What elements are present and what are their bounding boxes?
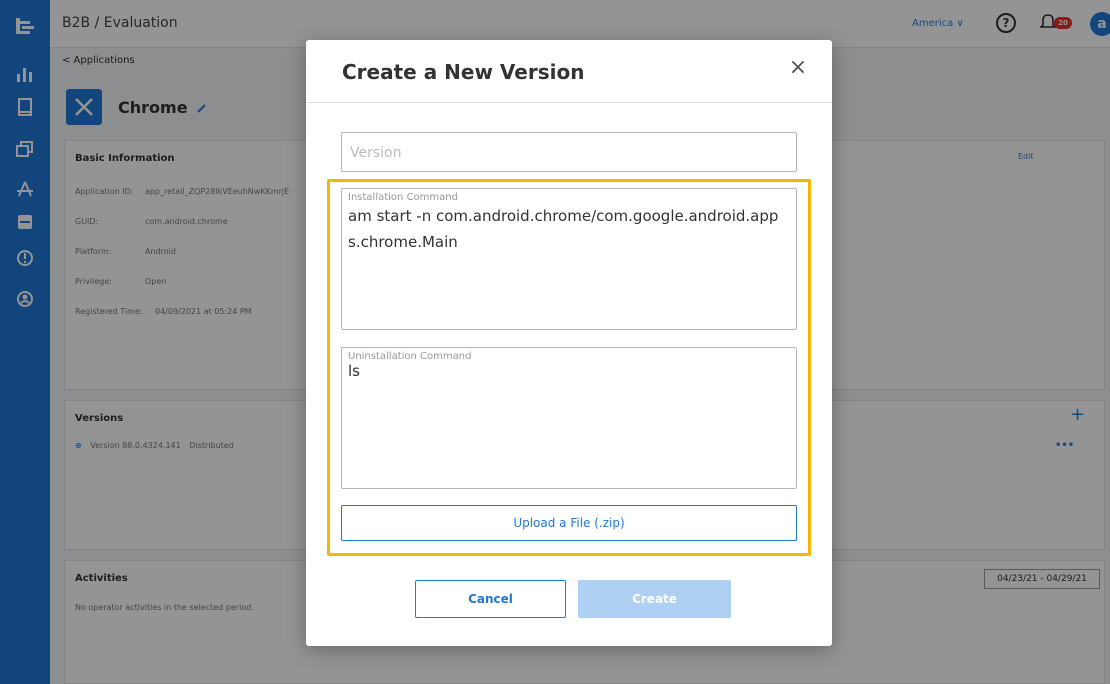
dialog-divider	[306, 102, 832, 103]
version-input[interactable]: Version	[341, 132, 797, 172]
create-button[interactable]: Create	[578, 580, 731, 618]
close-icon[interactable]: ×	[784, 54, 812, 82]
dialog-title: Create a New Version	[342, 60, 585, 84]
highlight-frame	[327, 179, 811, 556]
cancel-button[interactable]: Cancel	[415, 580, 566, 618]
